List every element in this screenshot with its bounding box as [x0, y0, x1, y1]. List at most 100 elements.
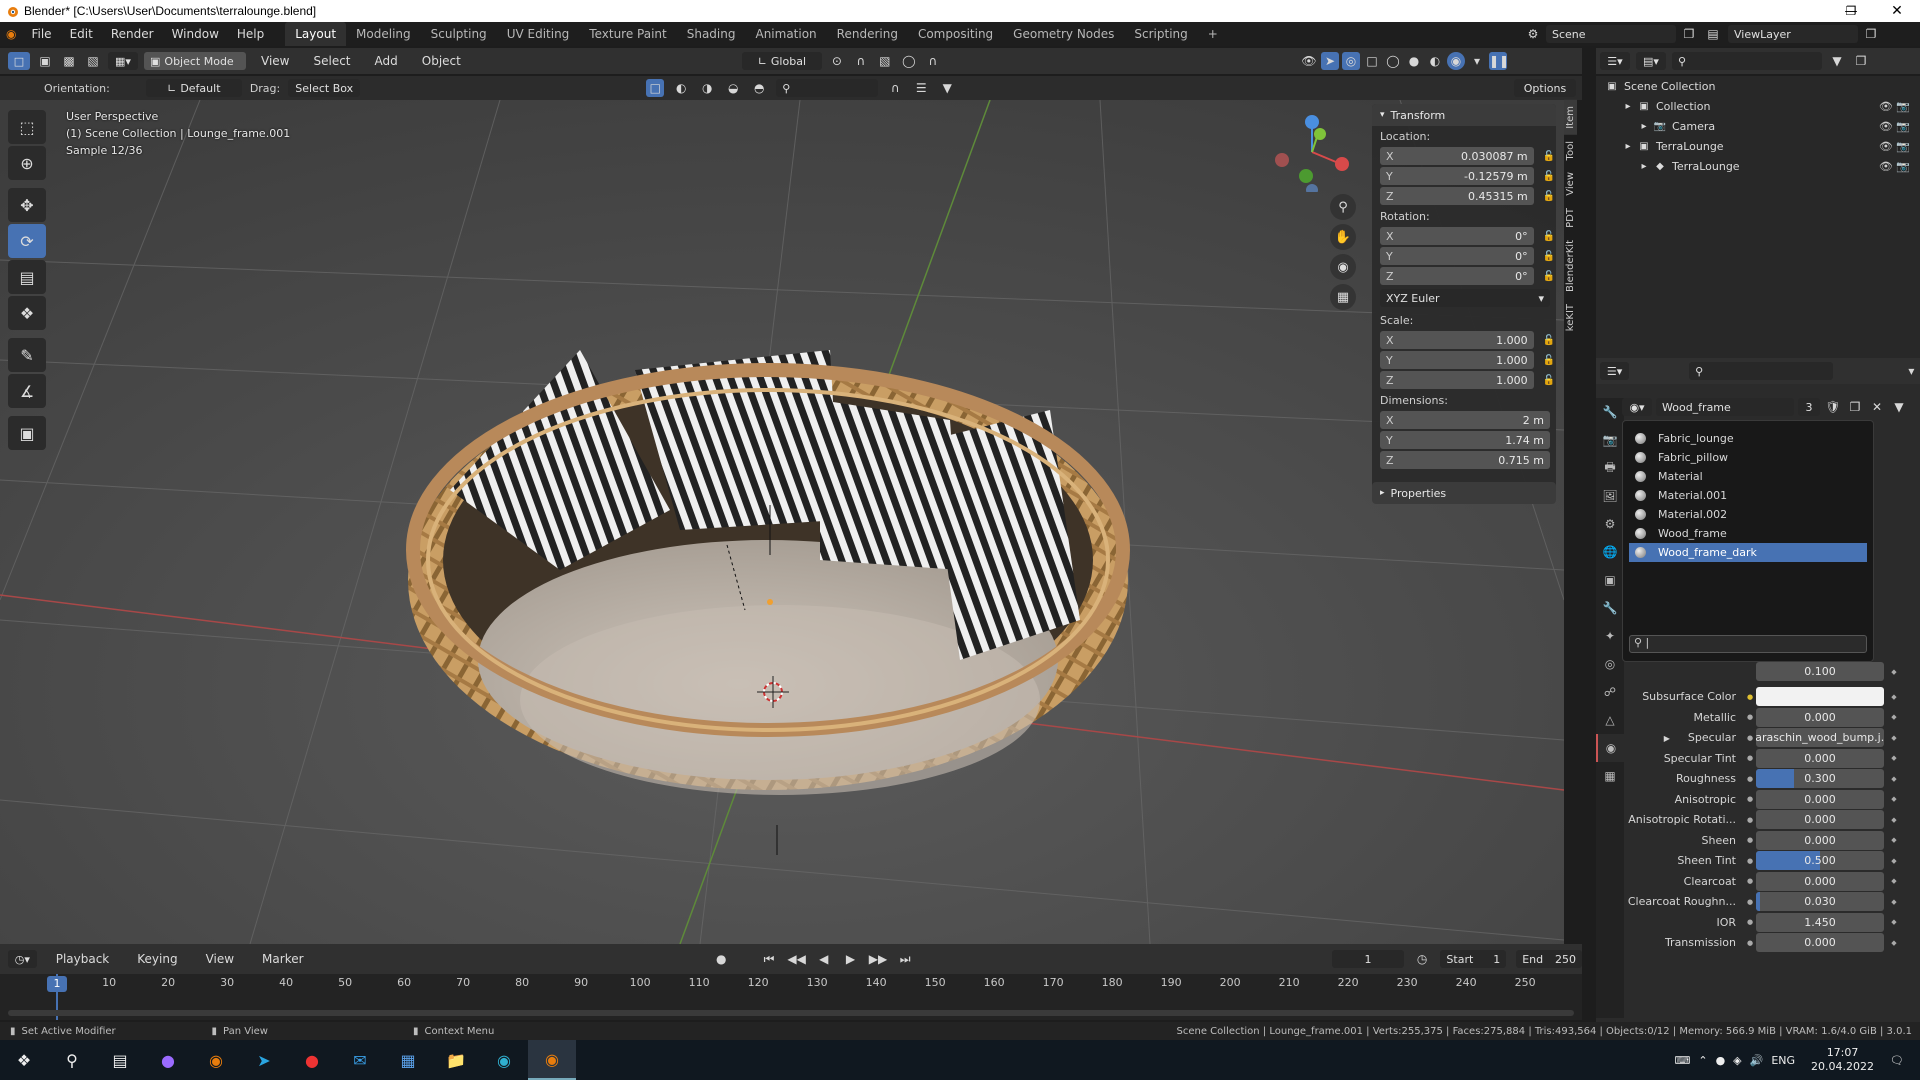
outliner-row[interactable]: ▣ Scene Collection	[1596, 76, 1920, 96]
workspace-tab-animation[interactable]: Animation	[745, 22, 826, 46]
language-indicator[interactable]: ENG	[1771, 1054, 1795, 1067]
start-frame-field[interactable]: Start 1	[1440, 950, 1507, 968]
restore-icon[interactable]: ❐	[1828, 0, 1874, 22]
texture-props-icon[interactable]: ▦	[1596, 762, 1624, 790]
select-extend-icon[interactable]: ▣	[36, 52, 54, 70]
zoom-view-icon[interactable]: ⚲	[1330, 194, 1356, 220]
solid-shading-icon[interactable]: ●	[1405, 52, 1423, 70]
menu-window[interactable]: Window	[163, 22, 228, 46]
lock-icon[interactable]: 🔓	[1542, 151, 1556, 162]
particles-props-icon[interactable]: ✦	[1596, 622, 1624, 650]
select-box-icon[interactable]: □	[8, 52, 30, 70]
tray-chevron-icon[interactable]: ⌃	[1698, 1054, 1707, 1067]
menu-view[interactable]: View	[252, 49, 298, 73]
tab-item[interactable]: Item	[1564, 100, 1577, 135]
visibility-toggle-icon[interactable]: 👁 📷	[1879, 160, 1910, 173]
menu-render[interactable]: Render	[102, 22, 163, 46]
rendered-shading-icon[interactable]: ◉	[1447, 52, 1465, 70]
keyframe-icon[interactable]: ◆	[1884, 918, 1904, 926]
transform-panel-header[interactable]: ▾ Transform	[1372, 104, 1556, 126]
socket-dot-icon[interactable]: ●	[1744, 918, 1756, 926]
assistant-app-icon[interactable]: ●	[144, 1040, 192, 1080]
telegram-icon[interactable]: ➤	[240, 1040, 288, 1080]
location-x-field[interactable]: X 0.030087 m	[1380, 147, 1534, 165]
tray-app-icon[interactable]: ●	[1716, 1054, 1726, 1067]
current-frame-field[interactable]: 1	[1332, 950, 1404, 968]
orientation-selector[interactable]: ∟ Default	[145, 79, 242, 97]
clock[interactable]: 17:07 20.04.2022	[1811, 1046, 1874, 1074]
shader-property-field[interactable]: 0.300	[1756, 769, 1884, 788]
partial-value-field[interactable]: 0.100	[1756, 662, 1884, 681]
mode-selector[interactable]: ▣ Object Mode	[144, 52, 246, 70]
gizmo-icon[interactable]: ➤	[1321, 52, 1339, 70]
snap-edge-icon[interactable]: ◑	[698, 79, 716, 97]
socket-dot-icon[interactable]: ●	[1744, 939, 1756, 947]
rotate-tool-icon[interactable]: ⟳	[8, 224, 46, 258]
timeline-scrollbar[interactable]	[8, 1010, 1574, 1016]
measure-tool-icon[interactable]: ∡	[8, 374, 46, 408]
lock-icon[interactable]: 🔓	[1542, 231, 1556, 242]
blender-running-icon[interactable]: ◉	[528, 1040, 576, 1080]
expand-toggle-icon[interactable]: ▸	[1636, 161, 1652, 172]
socket-dot-icon[interactable]: ●	[1744, 857, 1756, 865]
snap-vertex-icon[interactable]: ◐	[672, 79, 690, 97]
visibility-toggle-icon[interactable]: 👁 📷	[1879, 100, 1910, 113]
keyframe-icon[interactable]: ◆	[1884, 775, 1904, 783]
move-tool-icon[interactable]: ✥	[8, 188, 46, 222]
snap-icon[interactable]: ∩	[852, 52, 870, 70]
workspace-tab-scripting[interactable]: Scripting	[1124, 22, 1197, 46]
properties-options-icon[interactable]: ▾	[1903, 362, 1920, 380]
view-layer-props-icon[interactable]: 🖼	[1596, 482, 1624, 510]
keyframe-icon[interactable]: ◆	[1884, 857, 1904, 865]
material-filter-icon[interactable]: ▼	[1890, 398, 1908, 416]
navigation-gizmo[interactable]	[1270, 112, 1350, 192]
tab-pdt[interactable]: PDT	[1564, 202, 1577, 234]
visibility-toggle-icon[interactable]: 👁 📷	[1879, 120, 1910, 133]
scale-x-field[interactable]: X 1.000	[1380, 331, 1534, 349]
yandex-browser-icon[interactable]: ●	[288, 1040, 336, 1080]
lock-icon[interactable]: 🔓	[1542, 171, 1556, 182]
timeline-editor-type-icon[interactable]: ◷▾	[8, 950, 37, 968]
play-reverse-icon[interactable]: ◀	[815, 950, 832, 968]
proportional-edit-icon[interactable]: ◯	[900, 52, 918, 70]
outliner-row[interactable]: ▸ ▣ Collection 👁 📷	[1596, 96, 1920, 116]
transform-orientation-selector[interactable]: ∟ Global	[741, 52, 822, 70]
tool-props-icon[interactable]: 🔧	[1596, 398, 1624, 426]
visibility-icon[interactable]: 👁	[1300, 52, 1318, 70]
material-search-input[interactable]: ⚲ |	[1629, 635, 1867, 653]
timeline[interactable]: 10 20 30 40 50 60 70 80 90 100 110 120 130 140 150 160 1…	[0, 974, 1582, 1020]
wireframe-shading-icon[interactable]: ◯	[1384, 52, 1402, 70]
lock-icon[interactable]: 🔓	[1542, 335, 1556, 346]
windows-start-icon[interactable]: ❖	[0, 1040, 48, 1080]
menu-edit[interactable]: Edit	[61, 22, 102, 46]
camera-view-icon[interactable]: ◉	[1330, 254, 1356, 280]
workspace-tab-modeling[interactable]: Modeling	[346, 22, 421, 46]
keyframe-icon[interactable]: ◆	[1884, 713, 1904, 721]
3d-viewport[interactable]: User Perspective (1) Scene Collection | …	[0, 100, 1564, 944]
menu-object[interactable]: Object	[413, 49, 470, 73]
workspace-tab-texture-paint[interactable]: Texture Paint	[579, 22, 676, 46]
shader-property-field[interactable]: 0.000	[1756, 748, 1884, 768]
visibility-toggle-icon[interactable]: 👁 📷	[1879, 140, 1910, 153]
snap-volume-icon[interactable]: ◓	[750, 79, 768, 97]
menu-add[interactable]: Add	[366, 49, 407, 73]
material-props-icon[interactable]: ◉	[1596, 734, 1624, 762]
shader-property-field[interactable]: 1.450	[1756, 912, 1884, 932]
workspace-tab-uv-editing[interactable]: UV Editing	[497, 22, 580, 46]
material-list-item[interactable]: Fabric_lounge	[1629, 429, 1867, 448]
display-mode-icon[interactable]: ▤▾	[1636, 52, 1666, 70]
workspace-tab-rendering[interactable]: Rendering	[827, 22, 908, 46]
rotation-x-field[interactable]: X 0°	[1380, 227, 1534, 245]
socket-dot-icon[interactable]: ●	[1744, 877, 1756, 885]
rotation-y-field[interactable]: Y 0°	[1380, 247, 1534, 265]
outliner-row[interactable]: ▸ ▣ TerraLounge 👁 📷	[1596, 136, 1920, 156]
task-view-icon[interactable]: ▤	[96, 1040, 144, 1080]
overlays-icon[interactable]: ◎	[1342, 52, 1360, 70]
falloff-icon[interactable]: ∩	[924, 52, 942, 70]
list-icon[interactable]: ☰	[912, 79, 930, 97]
add-workspace-button[interactable]: +	[1198, 22, 1228, 46]
jump-start-icon[interactable]: ⏮	[761, 950, 778, 968]
pivot-point-icon[interactable]: ⊙	[828, 52, 846, 70]
dimensions-z-field[interactable]: Z 0.715 m	[1380, 451, 1550, 469]
dimensions-x-field[interactable]: X2 m	[1380, 411, 1550, 429]
